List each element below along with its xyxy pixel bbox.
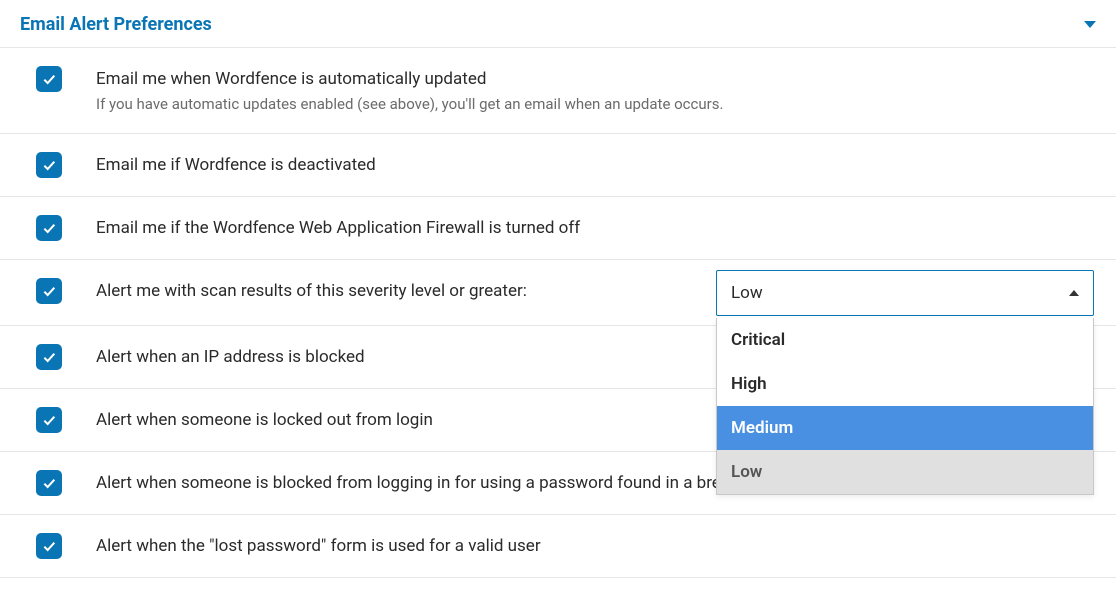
label-block: Email me when Wordfence is automatically… xyxy=(96,66,1096,115)
checkbox-deactivated[interactable] xyxy=(36,152,62,178)
checkbox-ip-blocked[interactable] xyxy=(36,344,62,370)
label-block: Email me if the Wordfence Web Applicatio… xyxy=(96,215,1096,241)
setting-row: Email me when Wordfence is automatically… xyxy=(0,48,1116,134)
caret-up-icon xyxy=(1069,290,1079,296)
setting-row: Email me if the Wordfence Web Applicatio… xyxy=(0,197,1116,260)
label-block: Email me if Wordfence is deactivated xyxy=(96,152,1096,178)
setting-sublabel: If you have automatic updates enabled (s… xyxy=(96,94,1096,115)
check-icon xyxy=(41,71,57,87)
section-title: Email Alert Preferences xyxy=(20,14,212,35)
check-icon xyxy=(41,157,57,173)
check-icon xyxy=(41,538,57,554)
severity-dropdown: Critical High Medium Low xyxy=(716,318,1094,495)
severity-option-medium[interactable]: Medium xyxy=(717,406,1093,450)
severity-select-value: Low xyxy=(731,283,763,303)
setting-label: Email me if the Wordfence Web Applicatio… xyxy=(96,217,1096,241)
check-icon xyxy=(41,475,57,491)
setting-row: Alert me with scan results of this sever… xyxy=(0,260,1116,326)
check-icon xyxy=(41,220,57,236)
check-icon xyxy=(41,349,57,365)
checkbox-lost-password[interactable] xyxy=(36,533,62,559)
severity-option-critical[interactable]: Critical xyxy=(717,318,1093,362)
severity-option-low[interactable]: Low xyxy=(717,450,1093,494)
checkbox-severity[interactable] xyxy=(36,278,62,304)
check-icon xyxy=(41,283,57,299)
checkbox-waf-off[interactable] xyxy=(36,215,62,241)
checkbox-auto-update[interactable] xyxy=(36,66,62,92)
severity-select-wrapper: Low Critical High Medium Low xyxy=(716,270,1094,316)
severity-select[interactable]: Low xyxy=(716,270,1094,316)
check-icon xyxy=(41,412,57,428)
setting-label: Email me if Wordfence is deactivated xyxy=(96,154,1096,178)
checkbox-breach-password[interactable] xyxy=(36,470,62,496)
setting-label: Email me when Wordfence is automatically… xyxy=(96,68,1096,92)
severity-option-high[interactable]: High xyxy=(717,362,1093,406)
setting-row: Alert when the "lost password" form is u… xyxy=(0,515,1116,578)
section-header[interactable]: Email Alert Preferences xyxy=(0,0,1116,48)
label-block: Alert when the "lost password" form is u… xyxy=(96,533,1096,559)
setting-label: Alert when the "lost password" form is u… xyxy=(96,535,1096,559)
caret-down-icon xyxy=(1084,21,1096,28)
checkbox-lockout[interactable] xyxy=(36,407,62,433)
setting-row: Email me if Wordfence is deactivated xyxy=(0,134,1116,197)
